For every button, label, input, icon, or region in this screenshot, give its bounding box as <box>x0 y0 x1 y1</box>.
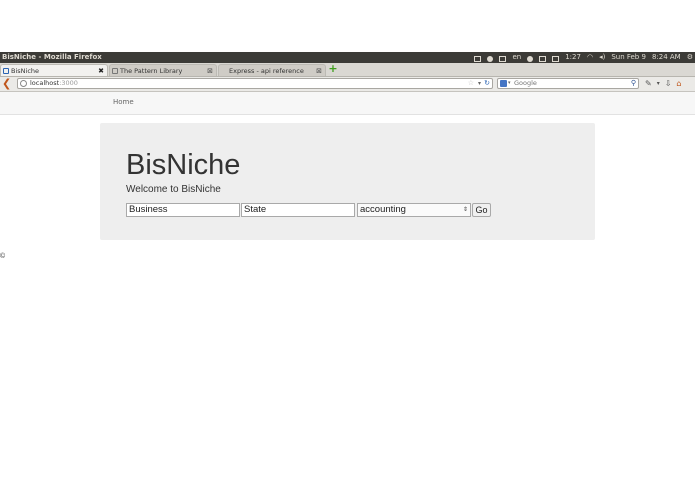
clock[interactable]: 8:24 AM <box>652 52 681 63</box>
date[interactable]: Sun Feb 9 <box>611 52 646 63</box>
new-tab-plus-icon[interactable]: + <box>328 63 338 74</box>
site-navbar: Home <box>0 92 695 115</box>
category-select[interactable]: accounting ⇕ <box>357 203 471 217</box>
nav-home-link[interactable]: Home <box>113 98 134 106</box>
url-port: :3000 <box>59 79 78 87</box>
url-text[interactable]: localhost:3000 <box>30 79 78 88</box>
close-tab-icon[interactable]: ⊠ <box>316 65 322 77</box>
back-arrow-icon[interactable]: ❮ <box>2 78 12 90</box>
navigation-toolbar: ❮ localhost:3000 ☆ ▾ ↻ ▾ ⚲ ✎ ▾ ⇩ ⌂ <box>0 77 695 92</box>
tab-bisniche[interactable]: BisNiche ✖ <box>0 64 108 76</box>
tab-label: Express - api reference <box>229 67 304 75</box>
keyboard-layout[interactable]: en <box>512 52 521 63</box>
wifi-icon[interactable]: ◠ <box>587 52 593 63</box>
select-arrows-icon: ⇕ <box>462 207 468 213</box>
globe-icon <box>20 80 27 87</box>
favicon-icon <box>221 68 227 74</box>
tab-label: BisNiche <box>11 67 40 75</box>
bookmarks-dropdown-icon[interactable]: ▾ <box>657 78 660 90</box>
top-panel: BisNiche - Mozilla Firefox en 1:27 ◠ ◂) … <box>0 52 695 63</box>
system-tray: en 1:27 ◠ ◂) Sun Feb 9 8:24 AM ⚙ <box>474 52 693 63</box>
compose-icon[interactable] <box>474 55 482 62</box>
favicon-icon <box>3 68 9 74</box>
bookmarks-icon[interactable]: ✎ <box>645 78 652 90</box>
url-bar[interactable]: localhost:3000 ☆ ▾ ↻ <box>17 78 493 89</box>
history-dropdown-icon[interactable]: ▾ <box>478 79 481 88</box>
toolbar-icons: ✎ ▾ ⇩ ⌂ <box>645 78 682 90</box>
tab-label: The Pattern Library <box>120 67 183 75</box>
hero-unit: BisNiche Welcome to BisNiche Business St… <box>100 123 595 240</box>
state-input[interactable]: State <box>241 203 355 217</box>
blank-top-area <box>0 0 695 52</box>
page-title: BisNiche <box>126 149 241 181</box>
search-bar[interactable]: ▾ ⚲ <box>497 78 639 89</box>
download-icon[interactable]: ⇩ <box>665 78 672 90</box>
bookmark-star-icon[interactable]: ☆ <box>468 79 474 88</box>
network-icon[interactable] <box>487 55 494 62</box>
search-engine-dropdown-icon[interactable]: ▾ <box>508 79 511 88</box>
window-title: BisNiche - Mozilla Firefox <box>2 53 102 61</box>
category-selected-value: accounting <box>360 204 406 215</box>
battery-time[interactable]: 1:27 <box>565 52 581 63</box>
volume-icon[interactable]: ◂) <box>599 52 605 63</box>
search-icon[interactable]: ⚲ <box>631 79 636 88</box>
keyboard-icon[interactable] <box>499 55 507 62</box>
search-input[interactable] <box>514 79 624 88</box>
home-icon[interactable]: ⌂ <box>676 78 681 90</box>
reload-icon[interactable]: ↻ <box>484 79 490 88</box>
favicon-icon <box>112 68 118 74</box>
tab-express-api[interactable]: Express - api reference ⊠ <box>218 64 326 76</box>
footer-copyright: © <box>0 253 6 260</box>
cloud-icon[interactable] <box>527 55 534 62</box>
search-engine-icon[interactable] <box>500 80 507 87</box>
tab-pattern-library[interactable]: The Pattern Library ⊠ <box>109 64 217 76</box>
url-host: localhost <box>30 79 60 87</box>
mail-icon[interactable] <box>539 55 547 62</box>
close-tab-icon[interactable]: ✖ <box>98 65 104 77</box>
tab-bar: BisNiche ✖ The Pattern Library ⊠ Express… <box>0 63 695 77</box>
go-button[interactable]: Go <box>472 203 491 217</box>
welcome-text: Welcome to BisNiche <box>126 184 221 195</box>
gear-icon[interactable]: ⚙ <box>687 52 693 63</box>
battery-icon[interactable] <box>552 55 560 62</box>
close-tab-icon[interactable]: ⊠ <box>207 65 213 77</box>
business-input[interactable]: Business <box>126 203 240 217</box>
